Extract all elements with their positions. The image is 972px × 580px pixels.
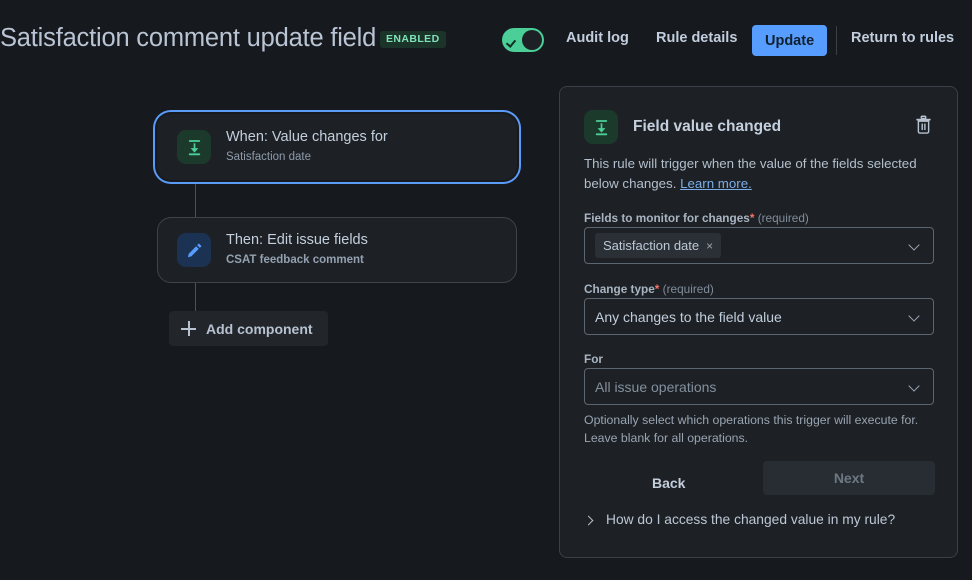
status-badge: ENABLED [380, 31, 446, 48]
change-type-label: Change type* (required) [584, 282, 714, 296]
required-asterisk: * [654, 282, 660, 296]
chevron-down-icon [910, 311, 921, 322]
add-component-label: Add component [206, 320, 313, 337]
rule-details-link[interactable]: Rule details [656, 30, 737, 46]
toggle-knob [522, 30, 542, 50]
trigger-config-panel: Field value changed This rule will trigg… [559, 86, 958, 558]
for-select[interactable]: All issue operations [584, 368, 934, 405]
plus-icon [181, 321, 196, 336]
chevron-right-icon [584, 514, 594, 526]
rule-flow-canvas: When: Value changes for Satisfaction dat… [0, 78, 540, 580]
field-chip-label: Satisfaction date [603, 238, 700, 253]
next-button[interactable]: Next [763, 461, 935, 495]
flow-connector [195, 180, 196, 217]
required-hint: (required) [662, 282, 714, 296]
rule-enabled-toggle[interactable] [502, 28, 544, 52]
add-component-button[interactable]: Add component [169, 311, 328, 346]
flow-node-title: Then: Edit issue fields [226, 232, 368, 249]
required-asterisk: * [749, 211, 755, 225]
fields-to-monitor-select[interactable]: Satisfaction date × [584, 227, 934, 264]
flow-node-text: Then: Edit issue fields CSAT feedback co… [226, 232, 368, 267]
for-placeholder: All issue operations [595, 378, 717, 395]
for-helper-text: Optionally select which operations this … [584, 413, 919, 446]
page-header: Satisfaction comment update field ENABLE… [0, 0, 972, 78]
change-type-label-text: Change type [584, 282, 655, 296]
return-to-rules-link[interactable]: Return to rules [851, 30, 954, 46]
accordion-label: How do I access the changed value in my … [606, 512, 896, 527]
change-type-select[interactable]: Any changes to the field value [584, 298, 934, 335]
fields-to-monitor-label: Fields to monitor for changes* (required… [584, 211, 809, 225]
flow-node-title: When: Value changes for [226, 129, 388, 146]
accordion-how-to-access[interactable]: How do I access the changed value in my … [584, 512, 895, 527]
fields-to-monitor-label-text: Fields to monitor for changes [584, 211, 750, 225]
page-title: Satisfaction comment update field [0, 24, 377, 52]
header-divider [836, 26, 837, 55]
trash-icon [915, 115, 931, 134]
audit-log-link[interactable]: Audit log [566, 30, 629, 46]
learn-more-link[interactable]: Learn more. [680, 176, 752, 191]
flow-node-text: When: Value changes for Satisfaction dat… [226, 129, 388, 164]
field-value-changed-icon [584, 110, 618, 144]
flow-node-subtitle: Satisfaction date [226, 150, 312, 163]
check-icon [508, 35, 519, 46]
chevron-down-icon [910, 240, 921, 251]
flow-node-trigger[interactable]: When: Value changes for Satisfaction dat… [157, 114, 517, 180]
flow-connector [195, 283, 196, 311]
delete-trigger-button[interactable] [907, 109, 939, 141]
close-icon[interactable]: × [706, 240, 713, 252]
panel-header: Field value changed [584, 110, 781, 144]
update-button[interactable]: Update [752, 25, 828, 56]
chevron-down-icon [910, 381, 921, 392]
panel-title: Field value changed [633, 118, 782, 135]
pencil-icon [177, 233, 211, 267]
field-value-changed-icon [177, 130, 211, 164]
flow-node-action[interactable]: Then: Edit issue fields CSAT feedback co… [157, 217, 517, 283]
back-button[interactable]: Back [640, 466, 697, 499]
field-chip[interactable]: Satisfaction date × [595, 233, 722, 258]
required-hint: (required) [757, 211, 809, 225]
for-label: For [584, 352, 603, 366]
flow-node-subtitle: CSAT feedback comment [226, 253, 364, 266]
panel-description: This rule will trigger when the value of… [584, 154, 924, 194]
for-label-text: For [584, 352, 604, 366]
change-type-value: Any changes to the field value [595, 308, 782, 325]
